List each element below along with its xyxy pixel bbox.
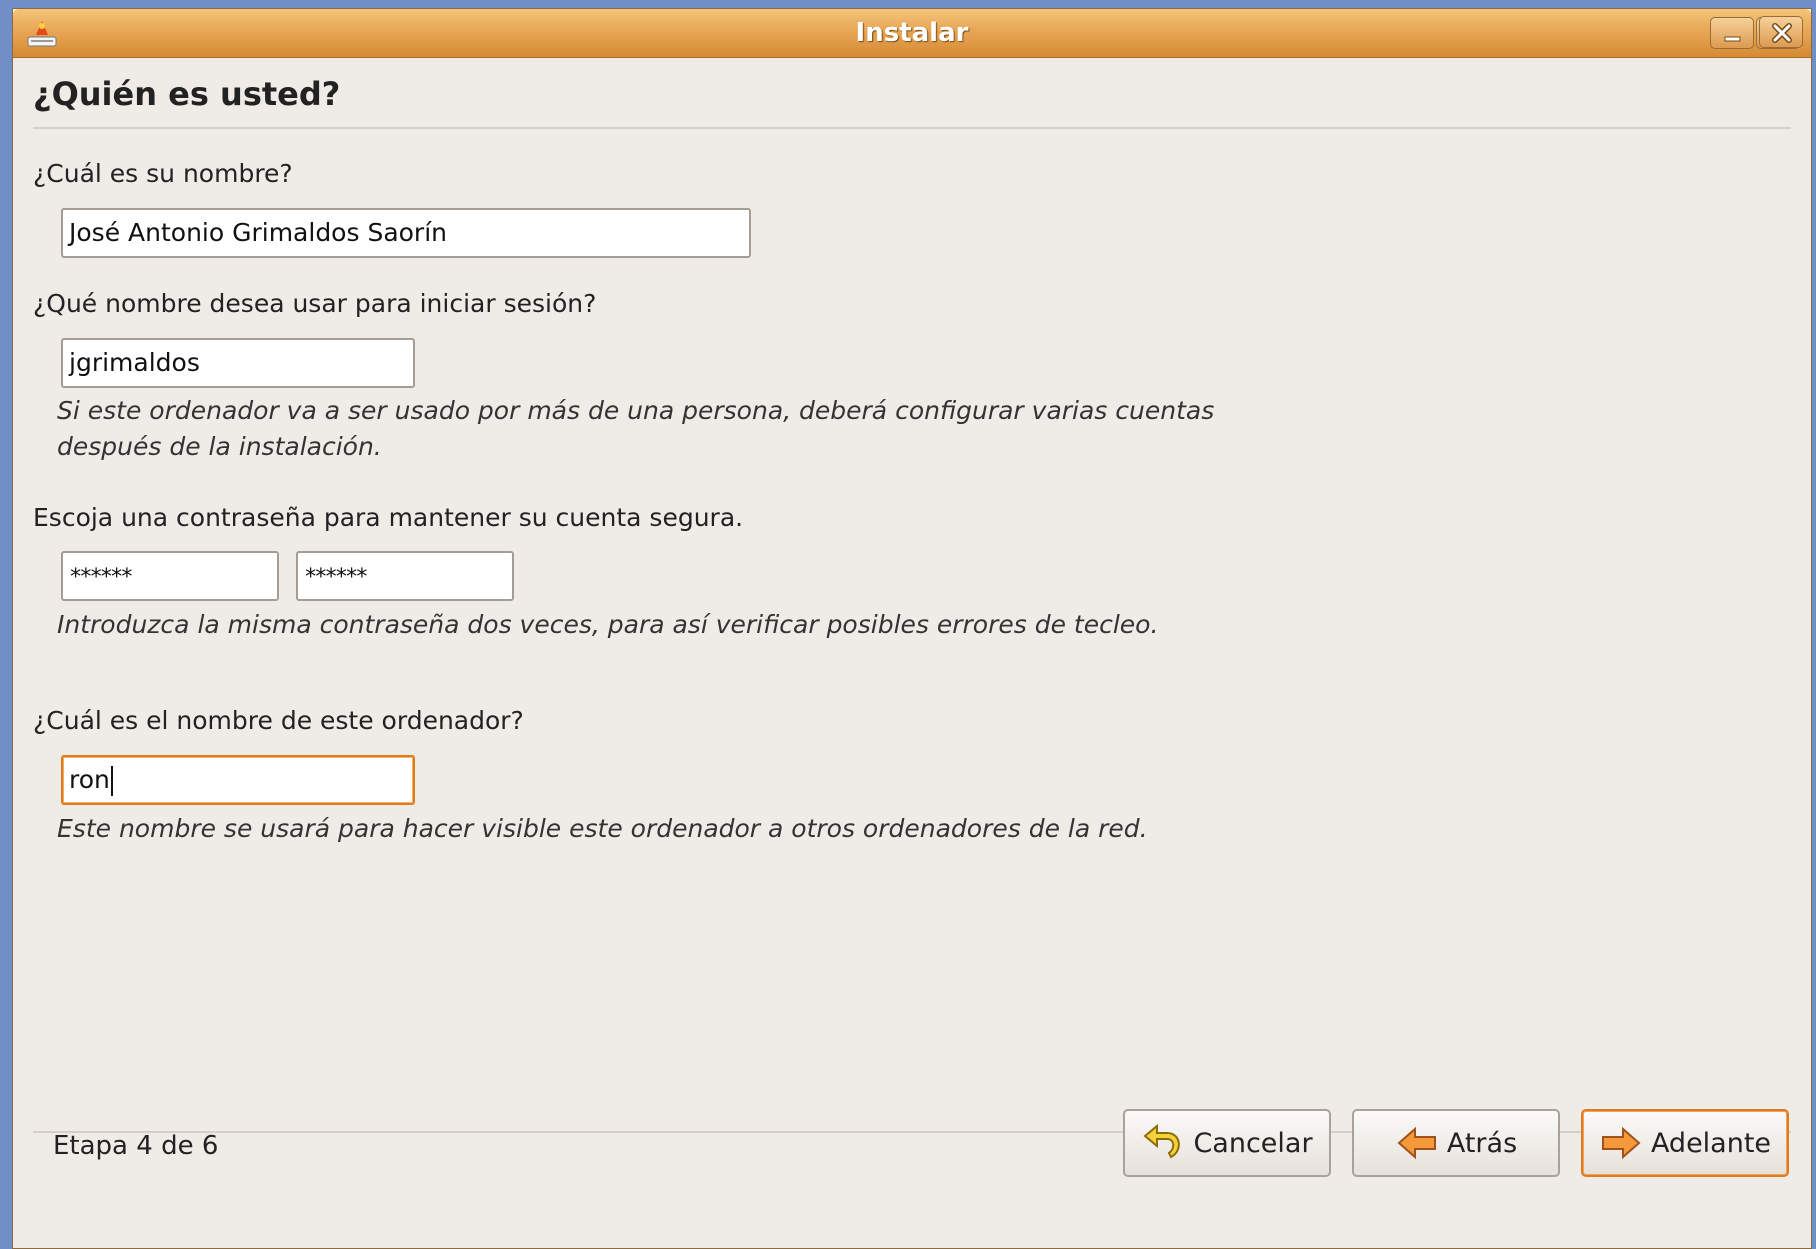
login-help-line-1: Si este ordenador va a ser usado por más… xyxy=(57,396,1215,425)
full-name-value: José Antonio Grimaldos Saorín xyxy=(69,218,448,247)
stage-indicator: Etapa 4 de 6 xyxy=(53,1131,219,1161)
minimize-button[interactable] xyxy=(1710,17,1754,49)
confirm-password-mask: ****** xyxy=(304,565,369,590)
name-label: ¿Cuál es su nombre? xyxy=(33,159,293,188)
page-content: ¿Quién es usted? ¿Cuál es su nombre? Jos… xyxy=(13,57,1811,1248)
text-caret xyxy=(110,766,113,796)
hostname-field[interactable]: ron xyxy=(61,755,415,805)
right-arrow-icon xyxy=(1599,1121,1643,1165)
back-label: Atrás xyxy=(1446,1127,1518,1159)
full-name-field[interactable]: José Antonio Grimaldos Saorín xyxy=(61,208,751,258)
left-arrow-icon xyxy=(1395,1121,1439,1165)
forward-button[interactable]: Adelante xyxy=(1581,1109,1789,1177)
forward-label: Adelante xyxy=(1650,1127,1772,1159)
login-label: ¿Qué nombre desea usar para iniciar sesi… xyxy=(33,289,597,318)
confirm-password-field[interactable]: ****** xyxy=(296,551,514,601)
password-field[interactable]: ****** xyxy=(61,551,279,601)
cancel-label: Cancelar xyxy=(1193,1127,1313,1159)
undo-arrow-icon xyxy=(1141,1121,1185,1165)
installer-window: Instalar ¿Quién es usted? ¿Cuál es su no… xyxy=(12,8,1812,1249)
hostname-label: ¿Cuál es el nombre de este ordenador? xyxy=(33,706,524,735)
header-divider xyxy=(33,127,1791,129)
minimize-icon xyxy=(1724,36,1741,42)
username-field[interactable]: jgrimaldos xyxy=(61,338,415,388)
page-title: ¿Quién es usted? xyxy=(33,75,341,113)
title-bar[interactable]: Instalar xyxy=(13,9,1811,58)
window-title: Instalar xyxy=(855,18,969,48)
login-help-line-2: después de la instalación. xyxy=(57,432,382,461)
back-button[interactable]: Atrás xyxy=(1352,1109,1560,1177)
close-icon xyxy=(1772,23,1792,43)
password-mask: ****** xyxy=(69,565,134,590)
close-button[interactable] xyxy=(1759,16,1803,48)
username-value: jgrimaldos xyxy=(69,348,200,377)
hostname-value: ron xyxy=(69,765,110,794)
password-help: Introduzca la misma contraseña dos veces… xyxy=(57,610,1159,639)
cancel-button[interactable]: Cancelar xyxy=(1123,1109,1331,1177)
hostname-help: Este nombre se usará para hacer visible … xyxy=(57,814,1148,843)
password-label: Escoja una contraseña para mantener su c… xyxy=(33,503,744,532)
